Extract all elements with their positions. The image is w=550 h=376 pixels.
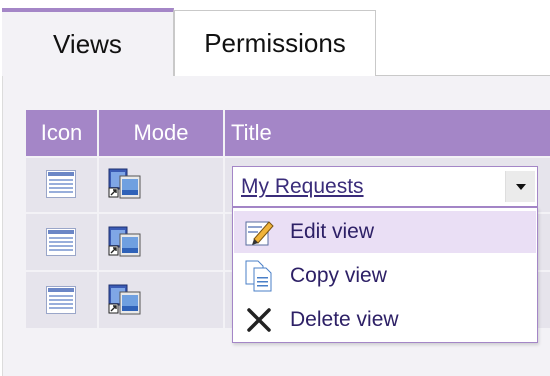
menu-item-copy-view[interactable]: Copy view xyxy=(234,255,536,297)
column-header-mode-label: Mode xyxy=(133,120,189,145)
list-view-icon[interactable] xyxy=(46,286,76,314)
triangle-down-icon xyxy=(515,183,526,190)
tab-permissions-label: Permissions xyxy=(204,28,346,58)
column-header-mode: Mode xyxy=(99,110,223,156)
menu-item-edit-view[interactable]: Edit view xyxy=(234,211,536,253)
window-mode-icon[interactable] xyxy=(108,168,142,200)
list-view-icon[interactable] xyxy=(46,170,76,198)
window-mode-icon[interactable] xyxy=(108,226,142,258)
menu-item-label: Edit view xyxy=(290,220,375,243)
column-header-title-label: Title xyxy=(231,120,272,145)
menu-item-delete-view[interactable]: Delete view xyxy=(234,299,536,341)
window-mode-icon[interactable] xyxy=(108,284,142,316)
dropdown-toggle-button[interactable] xyxy=(505,171,535,202)
copy-icon xyxy=(234,260,284,292)
tab-permissions[interactable]: Permissions xyxy=(174,10,376,76)
view-title-link[interactable]: My Requests xyxy=(241,175,364,199)
list-view-icon[interactable] xyxy=(46,228,76,256)
column-header-title: Title xyxy=(225,110,550,156)
tab-views-label: Views xyxy=(53,28,122,59)
column-header-icon-label: Icon xyxy=(40,120,83,145)
edit-icon xyxy=(234,217,284,247)
delete-icon xyxy=(234,307,284,333)
view-actions-menu: Edit view Copy view Delete view xyxy=(232,207,538,343)
tab-views[interactable]: Views xyxy=(2,8,174,76)
view-title-dropdown: My Requests xyxy=(232,166,538,207)
column-header-icon: Icon xyxy=(26,110,97,156)
menu-item-label: Delete view xyxy=(290,308,399,331)
menu-item-label: Copy view xyxy=(290,264,387,287)
